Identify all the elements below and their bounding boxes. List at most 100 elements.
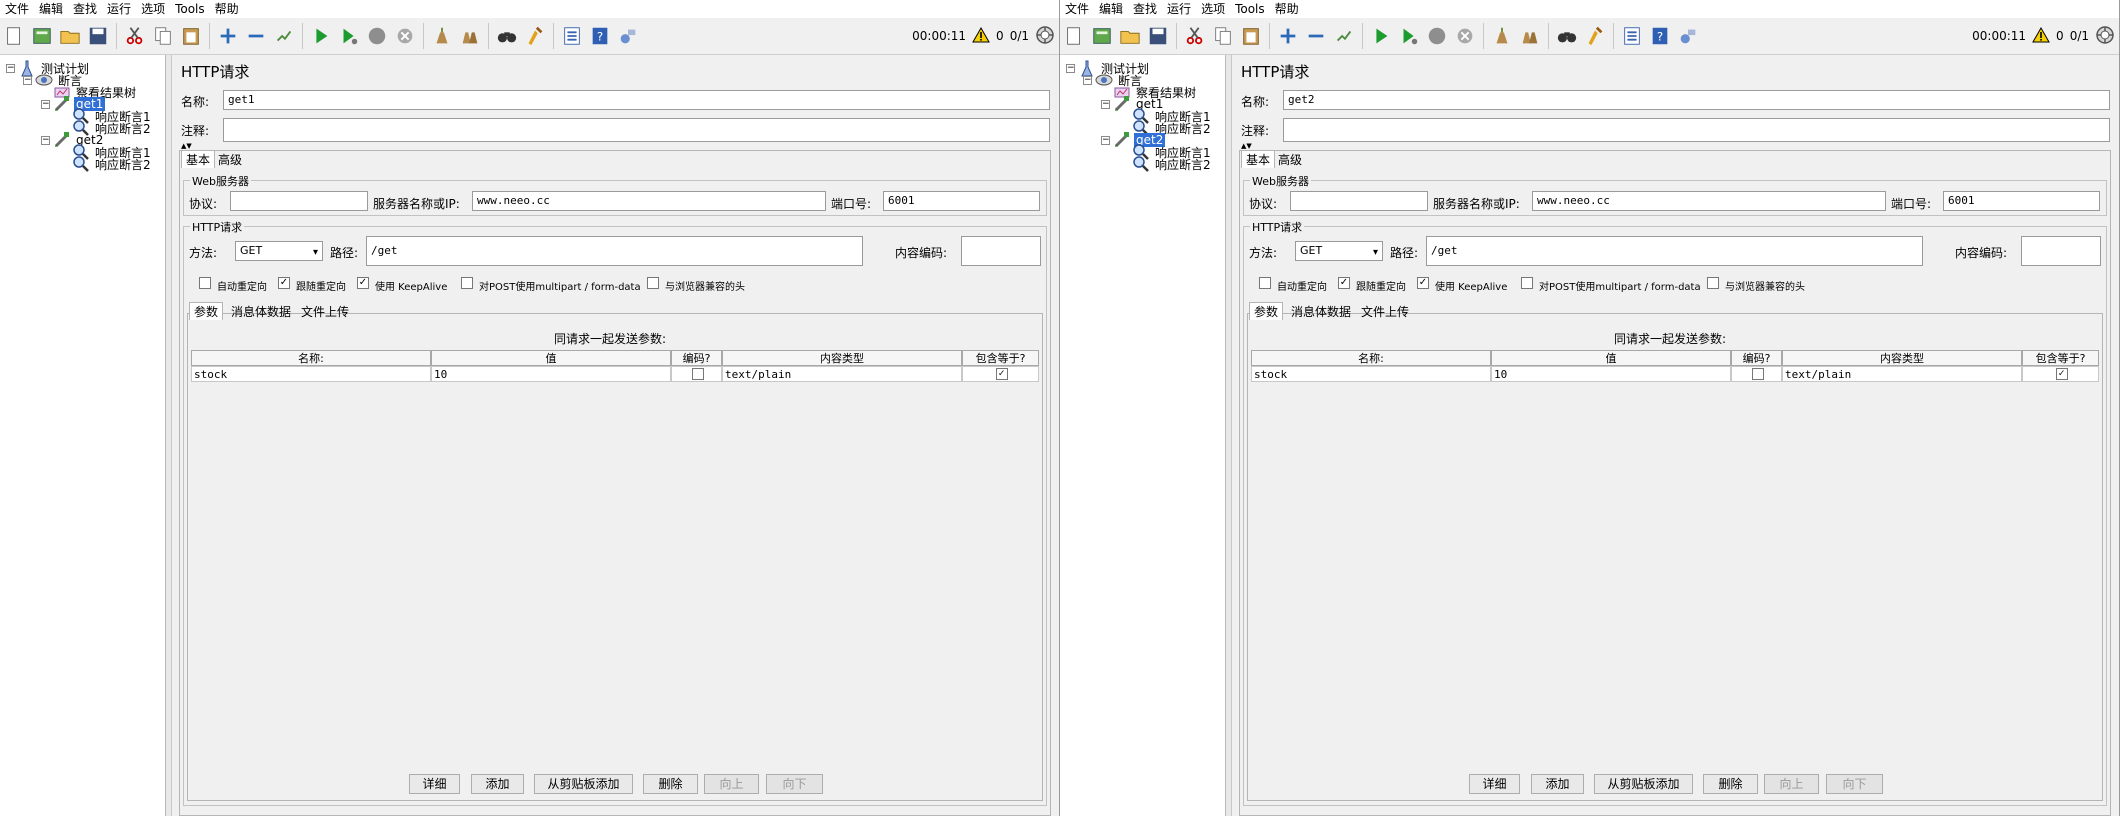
encoding-input[interactable] [2021, 236, 2101, 266]
menu-item-0[interactable]: 文件 [0, 0, 34, 18]
menu-item-0[interactable]: 文件 [1060, 0, 1094, 18]
add-button[interactable]: 添加 [471, 774, 524, 794]
col-header-name[interactable]: 名称: [191, 350, 431, 366]
menu-item-3[interactable]: 运行 [1162, 0, 1196, 18]
tab-body-data[interactable]: 消息体数据 [1287, 303, 1355, 321]
tab-advanced[interactable]: 高级 [214, 151, 246, 169]
cut-icon[interactable] [123, 24, 147, 48]
menu-item-1[interactable]: 编辑 [34, 0, 68, 18]
path-input[interactable]: /get [1426, 236, 1923, 266]
param-type-cell[interactable]: text/plain [722, 366, 962, 382]
add-from-clipboard-button[interactable]: 从剪贴板添加 [534, 774, 633, 794]
protocol-input[interactable] [1290, 191, 1428, 211]
expand-icon[interactable] [1276, 24, 1300, 48]
auto-redirect-checkbox[interactable] [1259, 277, 1271, 289]
search-icon[interactable] [1555, 24, 1579, 48]
tree-node[interactable]: 响应断言2 [60, 156, 153, 172]
test-plan-tree[interactable]: − 测试计划 − 断言 察看结果树 − get1 响应断言1 响应断言2− get2 响应断言1 响应… [0, 55, 166, 816]
clear-all-icon[interactable] [458, 24, 482, 48]
follow-redirect-checkbox[interactable]: ✓ [1338, 277, 1350, 289]
detail-button[interactable]: 详细 [409, 774, 460, 794]
collapse-arrows-icon[interactable]: ▲▼ [1241, 143, 1252, 150]
server-input[interactable]: www.neeo.cc [472, 191, 826, 211]
server-input[interactable]: www.neeo.cc [1532, 191, 1886, 211]
browser-headers-checkbox[interactable] [1707, 277, 1719, 289]
param-encode-cell[interactable] [671, 366, 722, 382]
menu-item-2[interactable]: 查找 [68, 0, 102, 18]
tab-parameters[interactable]: 参数 [1249, 302, 1284, 320]
name-input[interactable]: get1 [223, 90, 1050, 110]
port-input[interactable]: 6001 [883, 191, 1040, 211]
function-helper-icon[interactable] [1620, 24, 1644, 48]
col-header-value[interactable]: 值 [1491, 350, 1731, 366]
tab-parameters[interactable]: 参数 [189, 302, 224, 320]
menu-item-4[interactable]: 选项 [1196, 0, 1230, 18]
move-down-button[interactable]: 向下 [1826, 774, 1883, 794]
param-encode-cell[interactable] [1731, 366, 1782, 382]
param-name-cell[interactable]: stock [1251, 366, 1491, 382]
help-icon[interactable]: ? [1648, 24, 1672, 48]
clear-icon[interactable] [430, 24, 454, 48]
clear-icon[interactable] [1490, 24, 1514, 48]
move-up-button[interactable]: 向上 [704, 774, 759, 794]
delete-button[interactable]: 删除 [643, 774, 698, 794]
toggle-icon[interactable] [1332, 24, 1356, 48]
open-icon[interactable] [58, 24, 82, 48]
save-icon[interactable] [86, 24, 110, 48]
col-header-content-type[interactable]: 内容类型 [1782, 350, 2022, 366]
stop-icon[interactable] [365, 24, 389, 48]
tab-basic[interactable]: 基本 [181, 150, 216, 168]
tree-collapse-icon[interactable]: − [1083, 75, 1092, 85]
reset-search-icon[interactable] [1583, 24, 1607, 48]
tab-body-data[interactable]: 消息体数据 [227, 303, 295, 321]
templates-icon[interactable] [30, 24, 54, 48]
paste-icon[interactable] [179, 24, 203, 48]
protocol-input[interactable] [230, 191, 368, 211]
col-header-include-equals[interactable]: 包含等于? [2022, 350, 2099, 366]
warning-icon[interactable] [2032, 26, 2050, 46]
start-no-pause-icon[interactable] [337, 24, 361, 48]
shutdown-icon[interactable] [1453, 24, 1477, 48]
method-select[interactable]: GET ▾ [235, 241, 323, 261]
detail-button[interactable]: 详细 [1469, 774, 1520, 794]
col-header-include-equals[interactable]: 包含等于? [962, 350, 1039, 366]
comment-input[interactable] [1283, 118, 2110, 142]
menu-item-1[interactable]: 编辑 [1094, 0, 1128, 18]
tab-basic[interactable]: 基本 [1241, 150, 1276, 168]
auto-redirect-checkbox[interactable] [199, 277, 211, 289]
multipart-checkbox[interactable] [461, 277, 473, 289]
tree-collapse-icon[interactable]: − [41, 99, 50, 109]
tree-collapse-icon[interactable]: − [6, 63, 15, 73]
name-input[interactable]: get2 [1283, 90, 2110, 110]
table-checkbox[interactable]: ✓ [2055, 368, 2068, 380]
menu-item-5[interactable]: Tools [1230, 0, 1270, 18]
move-up-button[interactable]: 向上 [1764, 774, 1819, 794]
menu-item-6[interactable]: 帮助 [1270, 0, 1304, 18]
templates-icon[interactable] [1090, 24, 1114, 48]
copy-icon[interactable] [1211, 24, 1235, 48]
col-header-content-type[interactable]: 内容类型 [722, 350, 962, 366]
tree-collapse-icon[interactable]: − [1066, 63, 1075, 73]
encoding-input[interactable] [961, 236, 1041, 266]
add-button[interactable]: 添加 [1531, 774, 1584, 794]
port-input[interactable]: 6001 [1943, 191, 2100, 211]
param-value-cell[interactable]: 10 [431, 366, 671, 382]
keepalive-checkbox[interactable]: ✓ [1417, 277, 1429, 289]
keepalive-checkbox[interactable]: ✓ [357, 277, 369, 289]
tree-collapse-icon[interactable]: − [41, 135, 50, 145]
start-icon[interactable] [1369, 24, 1393, 48]
multipart-checkbox[interactable] [1521, 277, 1533, 289]
copy-icon[interactable] [151, 24, 175, 48]
collapse-icon[interactable] [1304, 24, 1328, 48]
tree-collapse-icon[interactable]: − [1101, 99, 1110, 109]
new-file-icon[interactable] [2, 24, 26, 48]
path-input[interactable]: /get [366, 236, 863, 266]
tab-files-upload[interactable]: 文件上传 [297, 303, 353, 321]
param-name-cell[interactable]: stock [191, 366, 431, 382]
table-checkbox[interactable] [1751, 368, 1764, 380]
tree-splitter[interactable] [1226, 55, 1232, 816]
new-file-icon[interactable] [1062, 24, 1086, 48]
col-header-value[interactable]: 值 [431, 350, 671, 366]
paste-icon[interactable] [1239, 24, 1263, 48]
col-header-encode[interactable]: 编码? [1731, 350, 1782, 366]
